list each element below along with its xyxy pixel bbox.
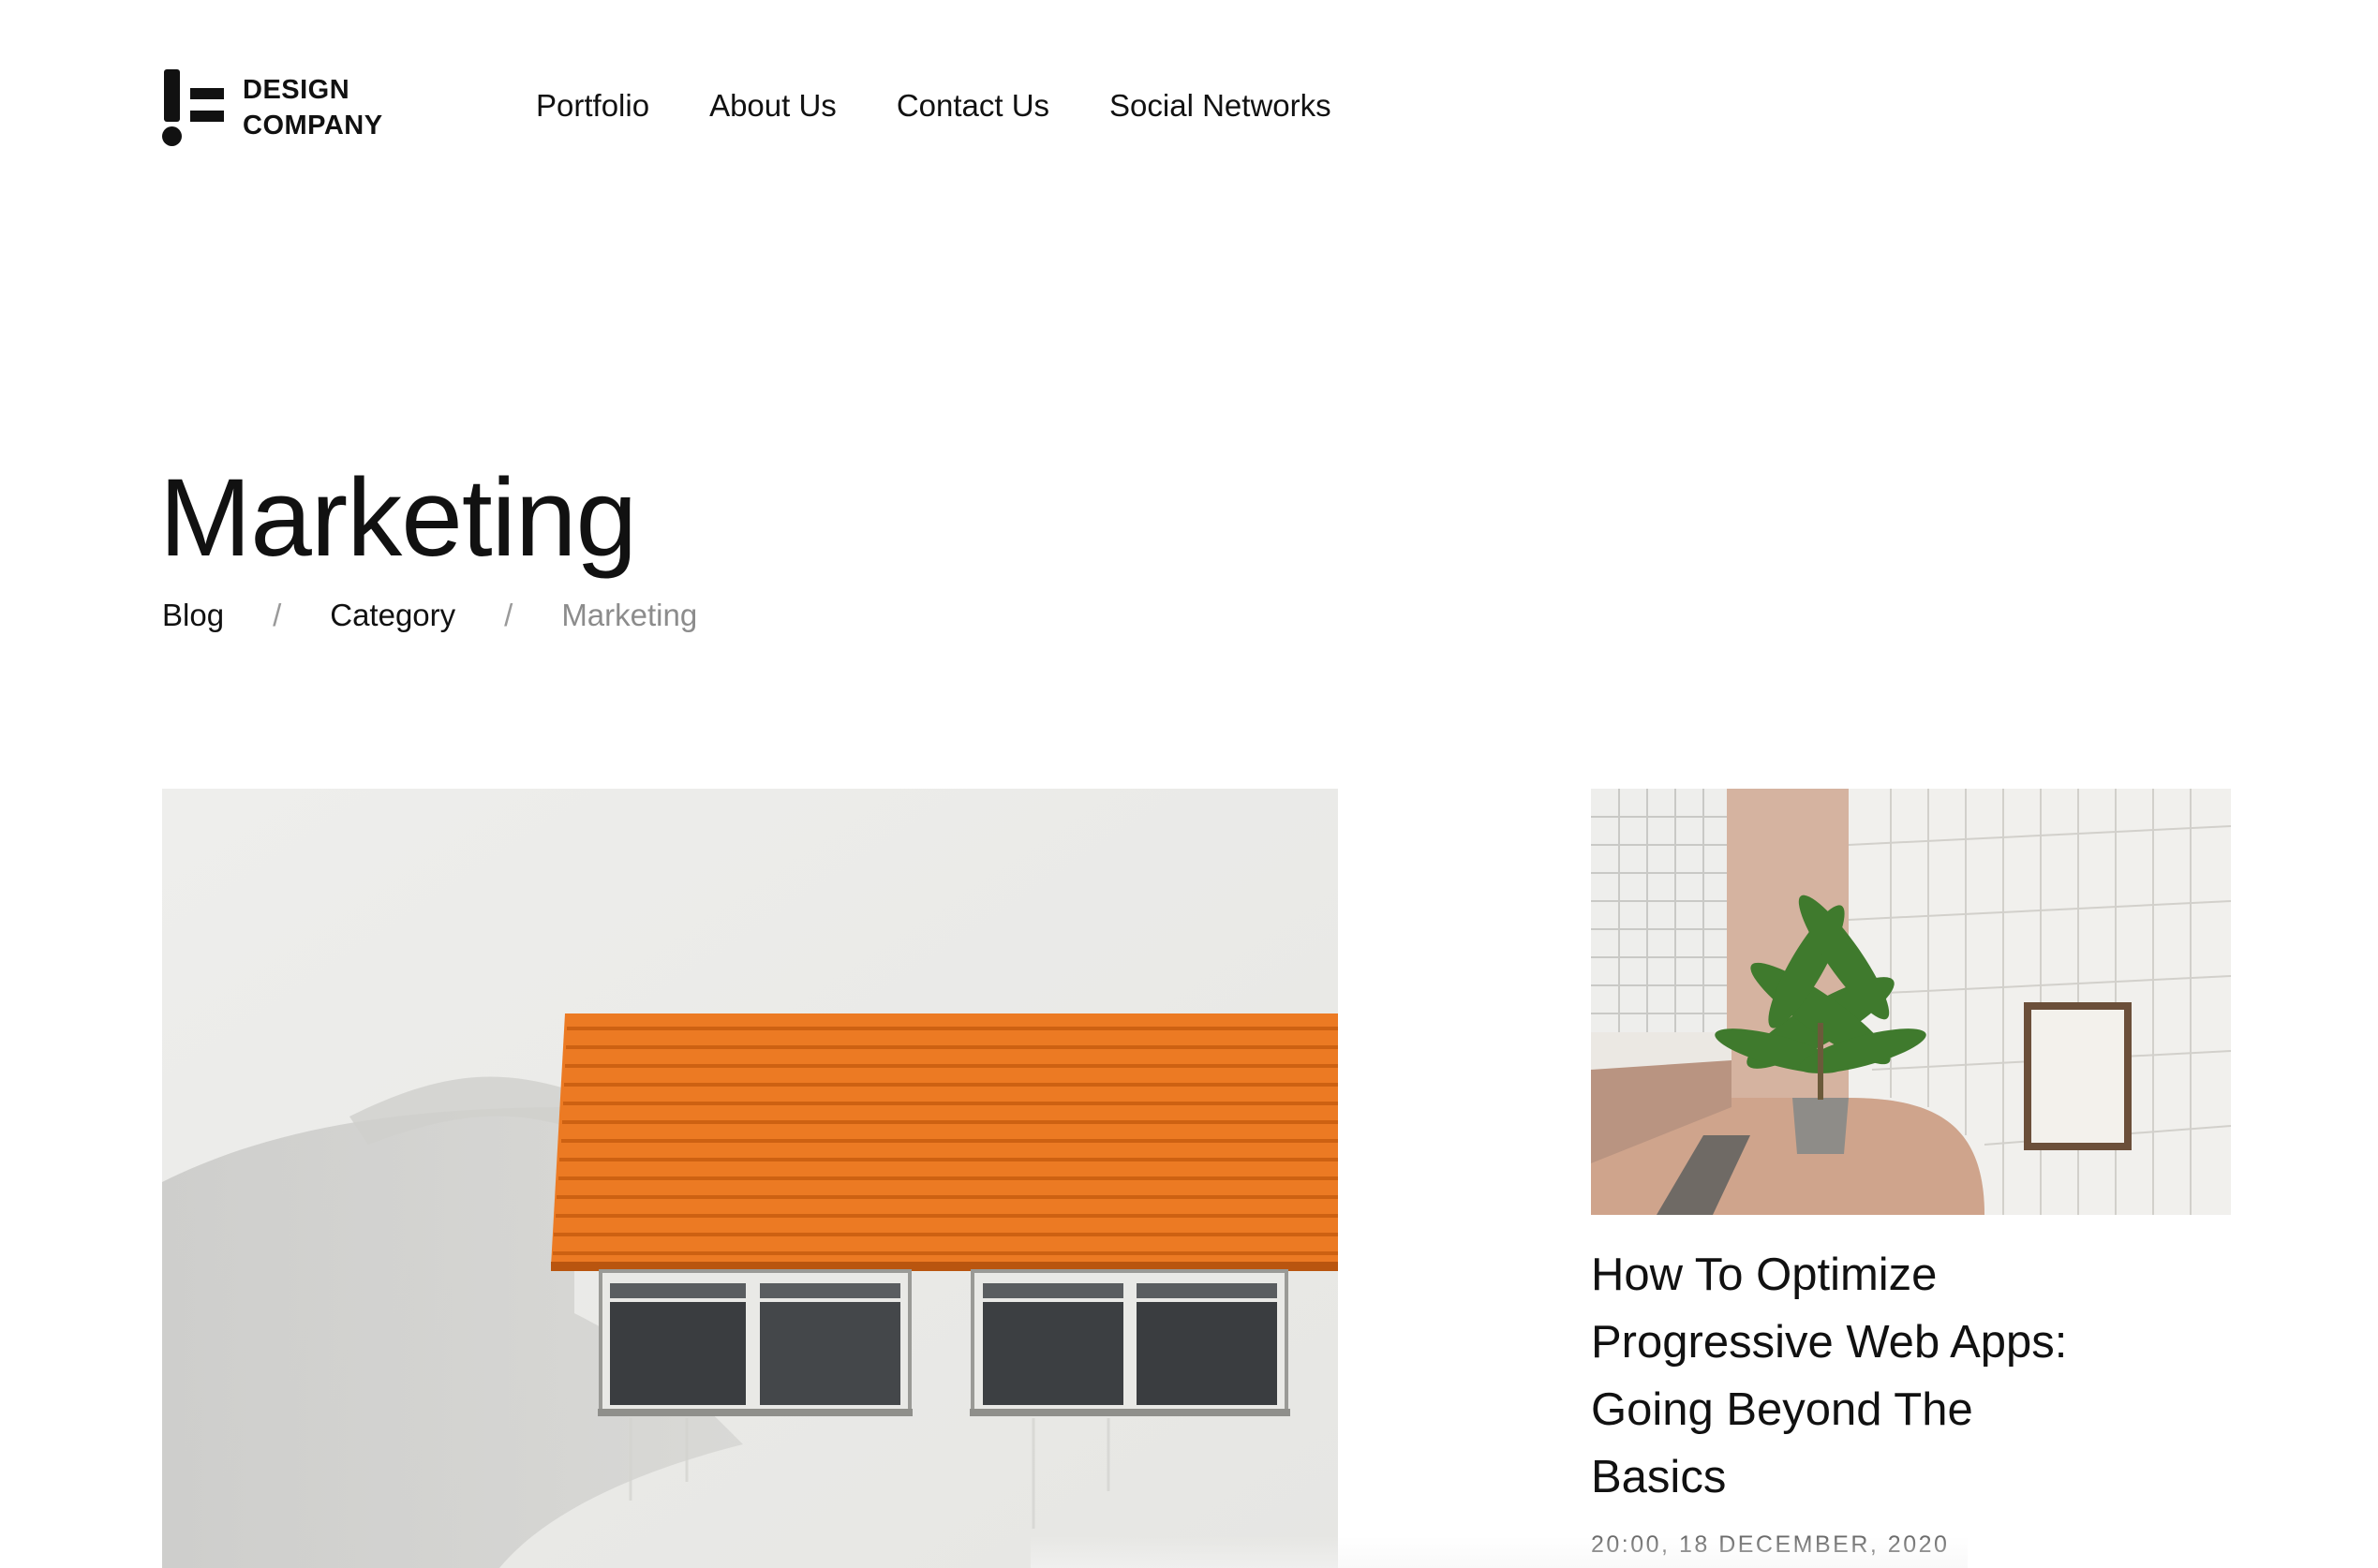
nav-item-about-us[interactable]: About Us bbox=[709, 82, 837, 129]
side-post-date: 20:00, 18 DECEMBER, 2020 bbox=[1591, 1531, 1950, 1558]
blog-category-page: DESIGN COMPANY Portfolio About Us Contac… bbox=[0, 0, 2378, 1568]
breadcrumb-separator: / bbox=[504, 598, 513, 632]
logo-text-line-2: COMPANY bbox=[243, 111, 383, 141]
logo-mark-icon bbox=[162, 67, 228, 148]
side-post-image bbox=[1591, 789, 2231, 1215]
side-post-card[interactable]: How To Optimize Progressive Web Apps: Go… bbox=[1591, 789, 2231, 1568]
breadcrumb-item-blog[interactable]: Blog bbox=[162, 592, 224, 639]
side-post-title: How To Optimize Progressive Web Apps: Go… bbox=[1591, 1250, 2068, 1502]
breadcrumb-separator: / bbox=[273, 598, 282, 632]
nav-item-portfolio[interactable]: Portfolio bbox=[536, 82, 649, 129]
breadcrumb: Blog / Category / Marketing bbox=[162, 592, 697, 639]
orange-awning-building-image bbox=[162, 789, 1338, 1568]
page-title: Marketing bbox=[159, 456, 637, 580]
nav-item-contact-us[interactable]: Contact Us bbox=[897, 82, 1049, 129]
logo-text-line-1: DESIGN bbox=[243, 75, 350, 105]
site-logo[interactable]: DESIGN COMPANY bbox=[162, 66, 406, 150]
logo-text: DESIGN COMPANY bbox=[243, 72, 383, 143]
nav-item-social-networks[interactable]: Social Networks bbox=[1109, 82, 1331, 129]
breadcrumb-item-current: Marketing bbox=[561, 598, 698, 632]
main-nav: Portfolio About Us Contact Us Social Net… bbox=[536, 82, 1331, 129]
breadcrumb-item-category[interactable]: Category bbox=[330, 592, 455, 639]
featured-post-image[interactable] bbox=[162, 789, 1338, 1568]
plant-tiled-room-image bbox=[1591, 789, 2231, 1215]
